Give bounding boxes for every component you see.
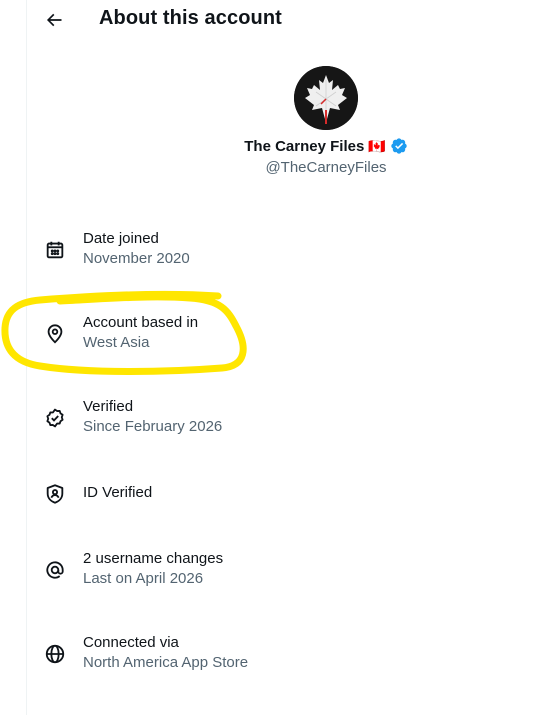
info-label: Date joined (83, 230, 159, 247)
info-item-id-verified: ID Verified (40, 475, 520, 519)
verified-check-icon (43, 406, 67, 430)
info-value: Since February 2026 (83, 418, 223, 435)
column-divider (26, 0, 27, 715)
verified-badge-icon (391, 138, 407, 154)
header: About this account (0, 0, 554, 40)
info-label: Connected via (83, 634, 179, 651)
at-sign-icon (43, 558, 67, 582)
arrow-left-icon (46, 13, 62, 27)
info-item-username-changes: 2 username changes Last on April 2026 (40, 550, 520, 595)
back-button[interactable] (40, 6, 68, 34)
display-name[interactable]: The Carney Files (244, 138, 364, 155)
id-shield-icon (43, 482, 67, 506)
globe-icon (43, 642, 67, 666)
location-pin-icon (43, 322, 67, 346)
info-label: Account based in (83, 314, 199, 331)
info-item-verified: Verified Since February 2026 (40, 398, 520, 443)
maple-leaf-clock-icon (294, 66, 358, 130)
profile-handle[interactable]: @TheCarneyFiles (0, 159, 554, 176)
info-label: ID Verified (83, 484, 153, 501)
profile-name-row: The Carney Files 🇨🇦 (0, 137, 554, 155)
info-item-date-joined: Date joined November 2020 (40, 230, 520, 275)
calendar-icon (43, 238, 67, 262)
info-value: November 2020 (83, 250, 190, 267)
info-value: Last on April 2026 (83, 570, 204, 587)
avatar[interactable] (294, 66, 358, 130)
info-item-account-based-in: Account based in West Asia (40, 314, 520, 359)
info-value: West Asia (83, 334, 150, 351)
page-title: About this account (99, 7, 282, 29)
info-value: North America App Store (83, 654, 249, 671)
canada-flag: 🇨🇦 (368, 137, 386, 154)
info-label: Verified (83, 398, 134, 415)
info-item-connected-via: Connected via North America App Store (40, 634, 520, 679)
info-label: 2 username changes (83, 550, 224, 567)
